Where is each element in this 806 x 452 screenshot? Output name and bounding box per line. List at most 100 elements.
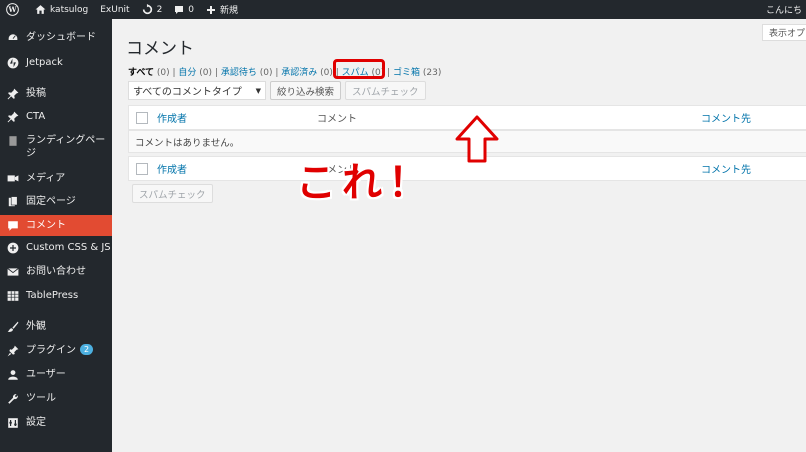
sidebar-label: ダッシュボード bbox=[26, 32, 96, 43]
sidebar-label: CTA bbox=[26, 111, 46, 122]
page-title: コメント bbox=[126, 39, 194, 59]
updates-link[interactable]: 2 bbox=[136, 0, 169, 19]
sidebar-item-jetpack[interactable]: Jetpack bbox=[0, 56, 112, 74]
sidebar-label: Custom CSS & JS bbox=[26, 242, 111, 253]
pin-icon bbox=[6, 110, 20, 124]
filter-search-button[interactable]: 絞り込み検索 bbox=[270, 81, 342, 100]
filter-trash[interactable]: ゴミ箱 bbox=[393, 68, 420, 78]
comments-count: 0 bbox=[188, 4, 195, 15]
sidebar-label: Jetpack bbox=[26, 57, 63, 68]
up-arrow-annotation bbox=[455, 115, 499, 163]
pin-icon bbox=[6, 87, 20, 101]
settings-icon bbox=[6, 416, 20, 430]
sidebar-label: 外観 bbox=[26, 321, 46, 332]
dashboard-icon bbox=[6, 31, 20, 45]
sidebar-label: お問い合わせ bbox=[26, 266, 86, 277]
column-author-footer[interactable]: 作成者 bbox=[157, 161, 187, 176]
updates-count: 2 bbox=[156, 4, 163, 15]
sidebar-label: コメント bbox=[26, 220, 66, 231]
wordpress-logo-button[interactable]: W bbox=[0, 0, 29, 19]
mail-icon bbox=[6, 265, 20, 279]
sidebar-item-settings[interactable]: 設定 bbox=[0, 416, 112, 434]
admin-bar: W katsulog ExUnit 2 0 新規 こんにち bbox=[0, 0, 806, 19]
select-all-checkbox[interactable] bbox=[136, 111, 148, 124]
filter-mine[interactable]: 自分 bbox=[178, 68, 196, 78]
wrench-icon bbox=[6, 392, 20, 406]
comment-status-filters: すべて (0) | 自分 (0) | 承認待ち (0) | 承認済み (0) |… bbox=[128, 68, 442, 78]
sidebar-item-custom-css-js[interactable]: Custom CSS & JS bbox=[0, 241, 112, 259]
exunit-link[interactable]: ExUnit bbox=[94, 0, 135, 19]
comments-link[interactable]: 0 bbox=[168, 0, 200, 19]
main-content: 表示オプ コメント すべて (0) | 自分 (0) | 承認待ち (0) | … bbox=[112, 19, 806, 452]
filter-approved[interactable]: 承認済み bbox=[281, 68, 317, 78]
annotation-text: これ！ bbox=[296, 160, 434, 206]
sidebar-label: ランディングページ bbox=[26, 135, 106, 159]
filter-count: (0) bbox=[199, 68, 213, 78]
column-response-footer[interactable]: コメント先 bbox=[701, 161, 751, 176]
exunit-label: ExUnit bbox=[100, 4, 130, 15]
filter-count: (0) bbox=[156, 68, 170, 78]
sidebar-item-tablepress[interactable]: TablePress bbox=[0, 289, 112, 307]
bottom-spam-check-button[interactable]: スパムチェック bbox=[132, 184, 213, 203]
sidebar-item-contact[interactable]: お問い合わせ bbox=[0, 265, 112, 283]
plus-circle-icon bbox=[6, 241, 20, 255]
page-icon bbox=[6, 195, 20, 209]
filter-label: ゴミ箱 bbox=[393, 68, 421, 78]
comment-type-value: すべてのコメントタイプ bbox=[133, 87, 242, 98]
sidebar-label: TablePress bbox=[26, 290, 79, 301]
spam-highlight-box bbox=[333, 59, 385, 79]
sidebar-item-comments[interactable]: コメント bbox=[0, 215, 112, 236]
filter-label: 自分 bbox=[178, 68, 197, 78]
site-name: katsulog bbox=[50, 4, 89, 15]
new-label: 新規 bbox=[220, 6, 239, 16]
filter-count: (0) bbox=[320, 68, 333, 78]
sidebar-item-pages[interactable]: 固定ページ bbox=[0, 195, 112, 213]
svg-text:W: W bbox=[7, 5, 17, 14]
page-icon bbox=[6, 134, 20, 148]
sidebar-item-media[interactable]: メディア bbox=[0, 172, 112, 190]
filter-label: すべて bbox=[128, 68, 155, 78]
sidebar-item-tools[interactable]: ツール bbox=[0, 392, 112, 410]
site-name-link[interactable]: katsulog bbox=[29, 0, 94, 19]
filter-label: 承認済み bbox=[281, 68, 318, 78]
sidebar-label: 固定ページ bbox=[26, 196, 76, 207]
select-all-checkbox-footer[interactable] bbox=[136, 162, 148, 175]
filter-pending[interactable]: 承認待ち bbox=[221, 68, 257, 78]
sidebar-item-landing-page[interactable]: ランディングページ bbox=[0, 134, 112, 164]
spam-check-button[interactable]: スパムチェック bbox=[345, 81, 426, 100]
column-author[interactable]: 作成者 bbox=[157, 110, 187, 125]
sidebar-item-appearance[interactable]: 外観 bbox=[0, 320, 112, 338]
sidebar-label: 設定 bbox=[26, 417, 46, 428]
sidebar-label: ユーザー bbox=[26, 369, 66, 380]
wordpress-icon: W bbox=[6, 3, 19, 16]
sidebar-item-posts[interactable]: 投稿 bbox=[0, 87, 112, 105]
table-icon bbox=[6, 289, 20, 303]
media-icon bbox=[6, 172, 20, 186]
column-response[interactable]: コメント先 bbox=[701, 110, 751, 125]
brush-icon bbox=[6, 320, 20, 334]
no-comments-message: コメントはありません。 bbox=[135, 137, 240, 149]
my-account-link[interactable]: こんにち bbox=[766, 0, 806, 19]
refresh-icon bbox=[142, 4, 152, 15]
sidebar-item-plugins[interactable]: プラグイン 2 bbox=[0, 344, 112, 362]
comment-type-select[interactable]: すべてのコメントタイプ ▼ bbox=[128, 81, 266, 100]
sidebar-label: プラグイン bbox=[26, 345, 76, 356]
greeting-text: こんにち bbox=[765, 6, 802, 16]
sidebar-item-cta[interactable]: CTA bbox=[0, 110, 112, 128]
filter-count: (0) bbox=[259, 68, 273, 78]
plus-icon bbox=[207, 5, 216, 14]
filter-count: (23) bbox=[422, 68, 442, 78]
jetpack-icon bbox=[6, 56, 20, 70]
screen-options-button[interactable]: 表示オプ bbox=[762, 24, 806, 41]
plugins-update-badge: 2 bbox=[80, 344, 94, 355]
filter-label: 承認待ち bbox=[220, 68, 257, 78]
sidebar-label: 投稿 bbox=[26, 88, 46, 99]
comment-bubble-icon bbox=[175, 5, 184, 14]
sidebar-item-users[interactable]: ユーザー bbox=[0, 368, 112, 386]
sidebar-label: ツール bbox=[26, 393, 56, 404]
filter-all[interactable]: すべて bbox=[128, 68, 154, 78]
sidebar-item-dashboard[interactable]: ダッシュボード bbox=[0, 31, 112, 49]
filter-row: すべてのコメントタイプ ▼ 絞り込み検索 スパムチェック bbox=[128, 81, 426, 100]
new-content-link[interactable]: 新規 bbox=[200, 0, 244, 19]
sidebar-label: メディア bbox=[26, 173, 66, 184]
